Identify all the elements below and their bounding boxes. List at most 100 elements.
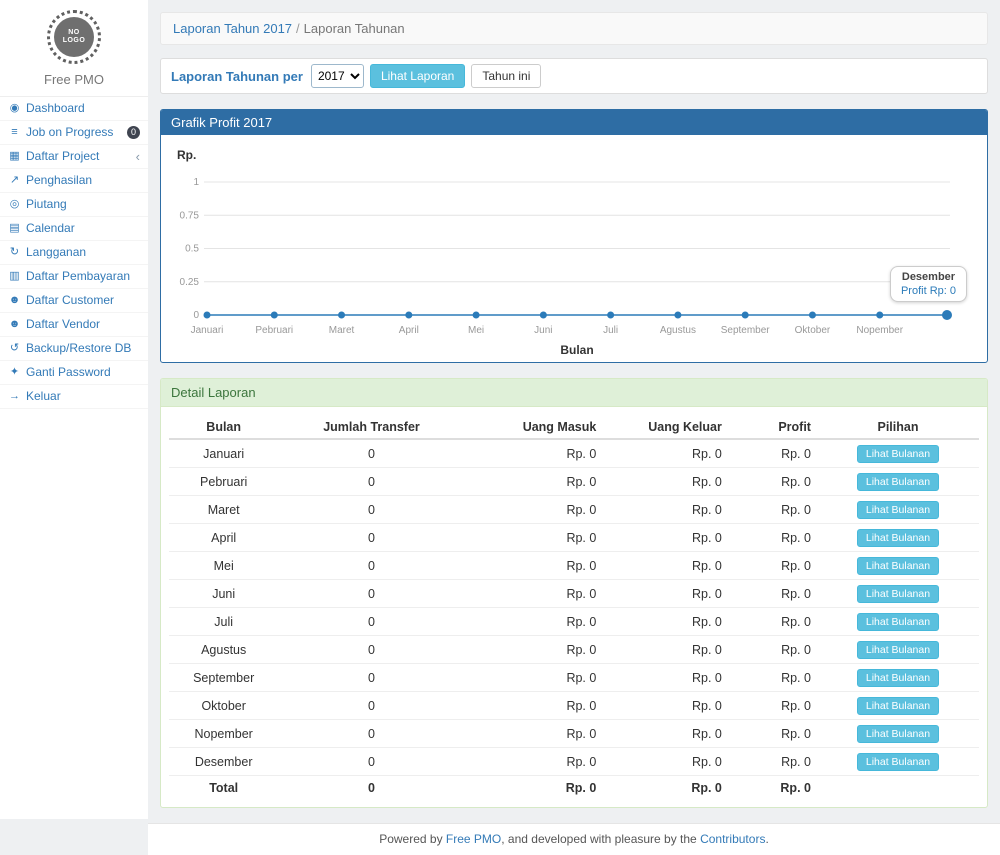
detail-table-head-row: BulanJumlah TransferUang MasukUang Kelua…: [169, 415, 979, 439]
sidebar-item-label: Backup/Restore DB: [26, 342, 131, 355]
table-row: Mei0Rp. 0Rp. 0Rp. 0Lihat Bulanan: [169, 552, 979, 580]
x-tick-label: September: [721, 325, 771, 336]
cell-uang_keluar: Rp. 0: [602, 468, 728, 496]
view-monthly-button[interactable]: Lihat Bulanan: [857, 697, 939, 715]
view-monthly-button[interactable]: Lihat Bulanan: [857, 669, 939, 687]
table-row: April0Rp. 0Rp. 0Rp. 0Lihat Bulanan: [169, 524, 979, 552]
table-row: Oktober0Rp. 0Rp. 0Rp. 0Lihat Bulanan: [169, 692, 979, 720]
sidebar-item-daftar-project[interactable]: ▦Daftar Project‹: [0, 145, 148, 169]
view-monthly-button[interactable]: Lihat Bulanan: [857, 473, 939, 491]
cell-jumlah_transfer: 0: [278, 524, 464, 552]
view-monthly-button[interactable]: Lihat Bulanan: [857, 445, 939, 463]
data-point-juli[interactable]: [607, 312, 614, 319]
column-header: Uang Masuk: [465, 415, 603, 439]
view-monthly-button[interactable]: Lihat Bulanan: [857, 557, 939, 575]
no-logo-seal: NO LOGO: [54, 17, 94, 57]
total-cell: Total: [169, 776, 278, 800]
breadcrumb-link[interactable]: Laporan Tahun 2017: [173, 21, 292, 36]
cell-bulan: Desember: [169, 748, 278, 776]
cell-uang_keluar: Rp. 0: [602, 636, 728, 664]
sidebar-item-label: Keluar: [26, 390, 61, 403]
sidebar-item-calendar[interactable]: ▤Calendar: [0, 217, 148, 241]
customers-icon: ☻: [8, 294, 21, 307]
footer-contributors-link[interactable]: Contributors: [700, 832, 765, 846]
data-point-desember[interactable]: [942, 310, 952, 320]
report-filter-panel: Laporan Tahunan per 2017 Lihat Laporan T…: [160, 58, 988, 94]
data-point-januari[interactable]: [204, 312, 211, 319]
view-monthly-button[interactable]: Lihat Bulanan: [857, 529, 939, 547]
data-point-nopember[interactable]: [876, 312, 883, 319]
sidebar-item-daftar-customer[interactable]: ☻Daftar Customer: [0, 289, 148, 313]
footer: Powered by Free PMO, and developed with …: [148, 823, 1000, 855]
data-point-oktober[interactable]: [809, 312, 816, 319]
total-cell: Rp. 0: [602, 776, 728, 800]
table-row: Nopember0Rp. 0Rp. 0Rp. 0Lihat Bulanan: [169, 720, 979, 748]
table-row: Januari0Rp. 0Rp. 0Rp. 0Lihat Bulanan: [169, 439, 979, 468]
cell-uang_masuk: Rp. 0: [465, 692, 603, 720]
cell-uang_keluar: Rp. 0: [602, 439, 728, 468]
cell-bulan: Januari: [169, 439, 278, 468]
this-year-button[interactable]: Tahun ini: [471, 64, 541, 88]
table-row: Desember0Rp. 0Rp. 0Rp. 0Lihat Bulanan: [169, 748, 979, 776]
data-point-maret[interactable]: [338, 312, 345, 319]
y-tick-label: 0.25: [180, 277, 200, 288]
data-point-agustus[interactable]: [674, 312, 681, 319]
year-select[interactable]: 2017: [311, 64, 364, 88]
subscription-icon: ↻: [8, 246, 21, 259]
view-report-button[interactable]: Lihat Laporan: [370, 64, 465, 88]
cell-uang_keluar: Rp. 0: [602, 608, 728, 636]
view-monthly-button[interactable]: Lihat Bulanan: [857, 725, 939, 743]
cell-jumlah_transfer: 0: [278, 720, 464, 748]
sidebar-item-daftar-vendor[interactable]: ☻Daftar Vendor: [0, 313, 148, 337]
sidebar-item-keluar[interactable]: →Keluar: [0, 385, 148, 409]
cell-jumlah_transfer: 0: [278, 468, 464, 496]
cell-jumlah_transfer: 0: [278, 692, 464, 720]
cell-uang_masuk: Rp. 0: [465, 748, 603, 776]
sidebar-item-backup-restore-db[interactable]: ↺Backup/Restore DB: [0, 337, 148, 361]
sidebar-item-dashboard[interactable]: ◉Dashboard: [0, 97, 148, 121]
cell-profit: Rp. 0: [728, 608, 817, 636]
data-point-mei[interactable]: [473, 312, 480, 319]
data-point-juni[interactable]: [540, 312, 547, 319]
view-monthly-button[interactable]: Lihat Bulanan: [857, 613, 939, 631]
cell-action: Lihat Bulanan: [817, 692, 979, 720]
data-point-pebruari[interactable]: [271, 312, 278, 319]
sidebar-item-piutang[interactable]: ◎Piutang: [0, 193, 148, 217]
cell-action: Lihat Bulanan: [817, 664, 979, 692]
sidebar-item-langganan[interactable]: ↻Langganan: [0, 241, 148, 265]
view-monthly-button[interactable]: Lihat Bulanan: [857, 753, 939, 771]
sidebar-item-penghasilan[interactable]: ↗Penghasilan: [0, 169, 148, 193]
footer-text-suffix: .: [765, 832, 768, 846]
chevron-left-icon: ‹: [136, 151, 140, 163]
cell-profit: Rp. 0: [728, 439, 817, 468]
footer-text-prefix: Powered by: [379, 832, 442, 846]
profit-chart-panel: Grafik Profit 2017 Rp.10.750.50.250Janua…: [160, 109, 988, 363]
data-point-april[interactable]: [405, 312, 412, 319]
table-row: Juni0Rp. 0Rp. 0Rp. 0Lihat Bulanan: [169, 580, 979, 608]
view-monthly-button[interactable]: Lihat Bulanan: [857, 585, 939, 603]
column-header: Uang Keluar: [602, 415, 728, 439]
view-monthly-button[interactable]: Lihat Bulanan: [857, 641, 939, 659]
sidebar-item-ganti-password[interactable]: ✦Ganti Password: [0, 361, 148, 385]
cell-bulan: September: [169, 664, 278, 692]
sidebar-menu: ◉Dashboard≡Job on Progress0▦Daftar Proje…: [0, 97, 148, 409]
cell-action: Lihat Bulanan: [817, 524, 979, 552]
total-cell: [817, 776, 979, 800]
footer-brand-link[interactable]: Free PMO: [446, 832, 501, 846]
app-root: NO LOGO Free PMO ◉Dashboard≡Job on Progr…: [0, 0, 1000, 819]
sidebar-item-label: Daftar Pembayaran: [26, 270, 130, 283]
view-monthly-button[interactable]: Lihat Bulanan: [857, 501, 939, 519]
payments-icon: ▥: [8, 270, 21, 283]
sidebar-item-job-on-progress[interactable]: ≡Job on Progress0: [0, 121, 148, 145]
data-point-september[interactable]: [742, 312, 749, 319]
tooltip-month: Desember: [901, 271, 956, 283]
sidebar-item-label: Daftar Vendor: [26, 318, 100, 331]
cell-action: Lihat Bulanan: [817, 720, 979, 748]
cell-bulan: Juni: [169, 580, 278, 608]
column-header: Jumlah Transfer: [278, 415, 464, 439]
password-icon: ✦: [8, 366, 21, 379]
table-row: Pebruari0Rp. 0Rp. 0Rp. 0Lihat Bulanan: [169, 468, 979, 496]
sidebar-item-daftar-pembayaran[interactable]: ▥ Daftar Pembayaran: [0, 265, 148, 289]
cell-action: Lihat Bulanan: [817, 636, 979, 664]
x-tick-label: Agustus: [660, 325, 696, 336]
